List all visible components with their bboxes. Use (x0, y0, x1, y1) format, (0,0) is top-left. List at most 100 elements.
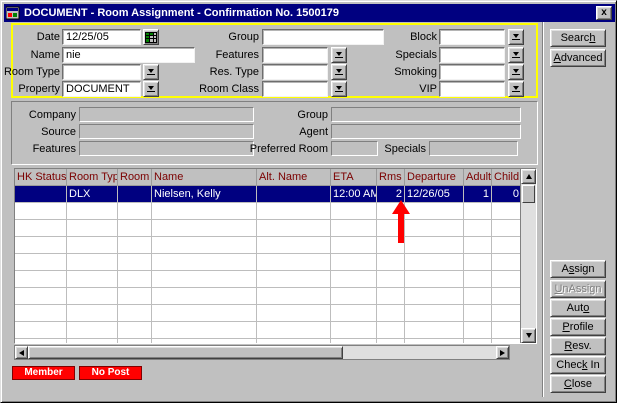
auto-button[interactable]: Auto (550, 299, 606, 317)
cell-alt-name (257, 271, 331, 288)
info-group-label: Group (261, 108, 328, 122)
agent-label: Agent (261, 125, 328, 139)
vertical-scroll-thumb[interactable] (522, 185, 535, 203)
assign-button[interactable]: Assign (550, 260, 606, 278)
close-icon: x (601, 7, 607, 18)
results-grid: HK StatusRoom TypeRoomNameAlt. NameETARm… (15, 169, 520, 343)
check-in-button[interactable]: Check In (550, 356, 606, 374)
column-header-child[interactable]: Child (492, 169, 520, 186)
close-button[interactable]: Close (550, 375, 606, 393)
property-input[interactable] (62, 81, 141, 97)
cell-adult (464, 220, 492, 237)
cell-child (492, 288, 520, 305)
table-row-empty[interactable] (15, 254, 520, 271)
cell-name (152, 322, 257, 339)
scroll-right-button[interactable] (496, 346, 509, 359)
dropdown-arrow-icon (512, 52, 520, 58)
cell-adult (464, 288, 492, 305)
table-row-empty[interactable] (15, 322, 520, 339)
column-header-hk-status[interactable]: HK Status (15, 169, 67, 186)
vip-label: VIP (375, 82, 437, 96)
column-header-adult[interactable]: Adult (464, 169, 492, 186)
cell-child (492, 220, 520, 237)
smoking-dropdown-button[interactable] (508, 64, 524, 80)
res-type-input[interactable] (262, 64, 328, 80)
app-icon (6, 6, 20, 20)
close-window-button[interactable]: x (596, 6, 612, 20)
cell-adult (464, 237, 492, 254)
column-header-room[interactable]: Room (118, 169, 152, 186)
group-input[interactable] (262, 29, 384, 45)
property-dropdown-button[interactable] (143, 81, 159, 97)
cell-child (492, 203, 520, 220)
specials-input[interactable] (439, 47, 505, 63)
unassign-button: UnAssign (550, 280, 606, 298)
column-header-departure[interactable]: Departure (405, 169, 464, 186)
res-type-dropdown-button[interactable] (331, 64, 347, 80)
search-button[interactable]: Search (550, 29, 606, 47)
cell-child (492, 339, 520, 343)
right-panel-divider (542, 22, 544, 397)
no-post-badge: No Post (79, 366, 142, 380)
cell-eta (331, 220, 377, 237)
table-row-empty[interactable] (15, 271, 520, 288)
room-type-dropdown-button[interactable] (143, 64, 159, 80)
cell-name (152, 237, 257, 254)
smoking-input[interactable] (439, 64, 505, 80)
dropdown-arrow-icon (335, 86, 343, 92)
scroll-up-button[interactable] (521, 169, 536, 184)
resv-button[interactable]: Resv. (550, 337, 606, 355)
advanced-button[interactable]: Advanced (550, 49, 606, 67)
column-header-alt-name[interactable]: Alt. Name (257, 169, 331, 186)
vertical-scrollbar[interactable] (520, 169, 536, 343)
date-calendar-button[interactable] (143, 29, 159, 45)
horizontal-scrollbar[interactable] (14, 345, 510, 360)
cell-departure (405, 322, 464, 339)
vip-input[interactable] (439, 81, 505, 97)
cell-rms (377, 254, 405, 271)
column-header-name[interactable]: Name (152, 169, 257, 186)
table-row-empty[interactable] (15, 203, 520, 220)
title-bar[interactable]: DOCUMENT - Room Assignment - Confirmatio… (4, 4, 615, 22)
dropdown-arrow-icon (147, 86, 155, 92)
features-dropdown-button[interactable] (331, 47, 347, 63)
table-row-empty[interactable] (15, 237, 520, 254)
cell-departure (405, 305, 464, 322)
table-row-empty[interactable] (15, 339, 520, 343)
table-row-empty[interactable] (15, 305, 520, 322)
table-row-0[interactable]: DLXNielsen, Kelly12:00 AM212/26/0510 (15, 186, 520, 203)
cell-eta (331, 203, 377, 220)
table-row-empty[interactable] (15, 220, 520, 237)
cell-name: Nielsen, Kelly (152, 186, 257, 203)
block-dropdown-button[interactable] (508, 29, 524, 45)
specials-dropdown-button[interactable] (508, 47, 524, 63)
room-class-input[interactable] (262, 81, 328, 97)
table-row-empty[interactable] (15, 288, 520, 305)
features-input[interactable] (262, 47, 328, 63)
vip-dropdown-button[interactable] (508, 81, 524, 97)
room-assignment-window: DOCUMENT - Room Assignment - Confirmatio… (0, 0, 617, 403)
column-header-room-type[interactable]: Room Type (67, 169, 118, 186)
column-header-rms[interactable]: Rms (377, 169, 405, 186)
dropdown-arrow-icon (512, 69, 520, 75)
room-type-input[interactable] (62, 64, 141, 80)
right-arrow-icon (500, 350, 505, 356)
date-label: Date (11, 30, 60, 44)
name-input[interactable] (62, 47, 195, 63)
cell-departure (405, 220, 464, 237)
scroll-left-button[interactable] (15, 346, 28, 359)
scroll-down-button[interactable] (521, 328, 536, 343)
cell-departure (405, 339, 464, 343)
date-input[interactable] (62, 29, 141, 45)
room-class-dropdown-button[interactable] (331, 81, 347, 97)
block-input[interactable] (439, 29, 505, 45)
column-header-eta[interactable]: ETA (331, 169, 377, 186)
cell-room (118, 220, 152, 237)
red-arrow-annotation-head (392, 200, 410, 214)
profile-button[interactable]: Profile (550, 318, 606, 336)
window-title: DOCUMENT - Room Assignment - Confirmatio… (24, 7, 339, 19)
horizontal-scroll-thumb[interactable] (28, 346, 343, 359)
cell-room-type (67, 305, 118, 322)
dropdown-arrow-icon (147, 69, 155, 75)
cell-alt-name (257, 203, 331, 220)
